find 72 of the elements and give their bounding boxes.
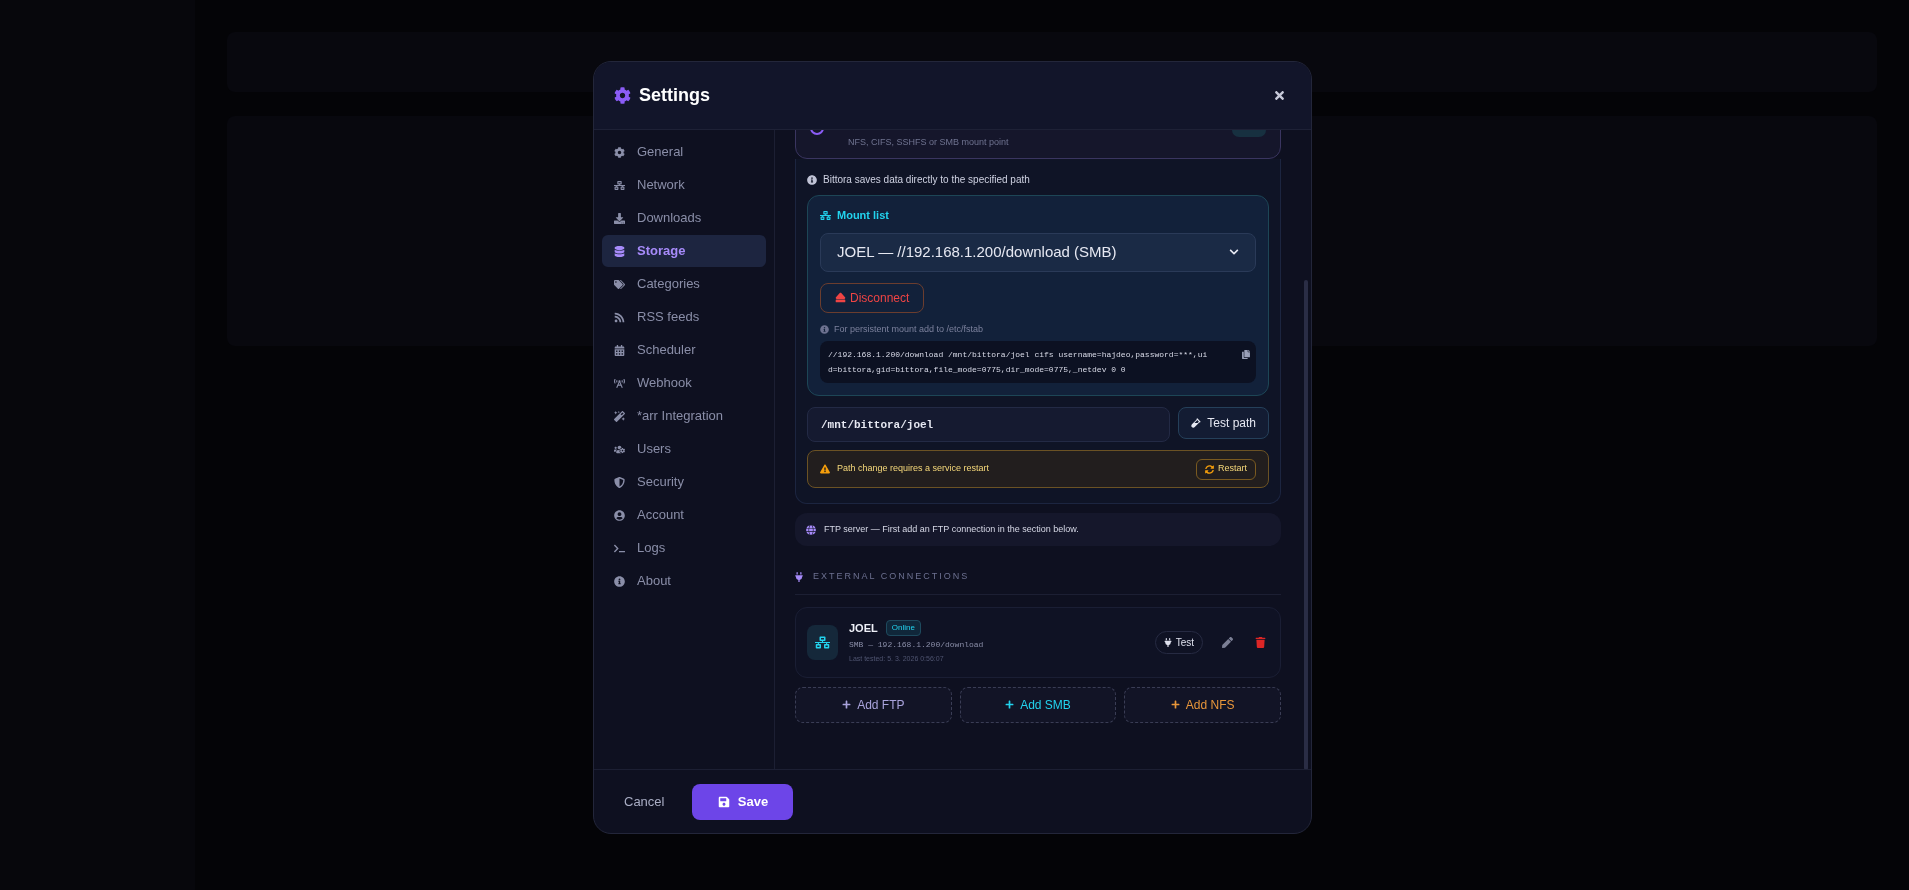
sidebar-item[interactable]: Logs (602, 532, 766, 564)
globe-icon (806, 524, 816, 535)
info-icon (807, 174, 817, 185)
refresh-icon (1205, 464, 1214, 474)
info-icon (614, 575, 625, 587)
tag-icon (614, 278, 625, 290)
section-heading: EXTERNAL CONNECTIONS (813, 570, 970, 583)
dialog-title: Settings (639, 84, 710, 107)
mount-list-title: Mount list (837, 208, 889, 223)
test-tube-icon (1191, 418, 1202, 428)
add-connection-button[interactable]: Add NFS (1124, 686, 1281, 723)
gear-icon (614, 146, 625, 158)
download-icon (614, 212, 625, 224)
info-text: Bittora saves data directly to the specified path (823, 173, 1030, 187)
eject-icon (835, 292, 846, 303)
sidebar-item[interactable]: Scheduler (602, 334, 766, 366)
disconnect-button[interactable]: Disconnect (820, 282, 925, 313)
plus-icon (1005, 700, 1015, 709)
users-icon (614, 443, 625, 455)
terminal-icon (614, 542, 625, 554)
network-icon (614, 179, 625, 191)
connection-detail: SMB — 192.168.1.200/download (849, 638, 985, 651)
save-button[interactable]: Save (692, 783, 794, 820)
mount-select[interactable]: JOEL — //192.168.1.200/download (SMB) (820, 232, 1256, 272)
sidebar-item[interactable]: *arr Integration (602, 400, 766, 432)
test-path-button[interactable]: Test path (1178, 407, 1269, 439)
gear-icon (614, 87, 631, 104)
connection-name: JOEL (849, 621, 878, 636)
warning-text: Path change requires a service restart (837, 462, 990, 476)
sidebar-item[interactable]: Categories (602, 268, 766, 300)
shield-icon (614, 476, 625, 488)
option-hint: NFS, CIFS, SSHFS or SMB mount point (848, 135, 1009, 149)
close-icon (1272, 89, 1286, 102)
add-connection-button[interactable]: Add SMB (959, 686, 1117, 723)
network-icon (820, 209, 831, 221)
sidebar-item[interactable]: General (602, 136, 766, 168)
warning-icon (820, 464, 830, 474)
fstab-hint: For persistent mount add to /etc/fstab (834, 322, 984, 336)
calendar-icon (614, 344, 625, 356)
path-field[interactable]: /mnt/bittora/joel (807, 407, 1171, 442)
plus-icon (842, 700, 852, 709)
sidebar-item[interactable]: Storage (602, 235, 766, 267)
chevron-icon (1229, 247, 1239, 257)
sidebar-item[interactable]: Webhook (602, 367, 766, 399)
sidebar-item[interactable]: Network (602, 169, 766, 201)
scrollbar[interactable] (1304, 280, 1308, 769)
wand-icon (614, 410, 625, 422)
ftp-option[interactable]: FTP server — First add an FTP connection in the section below. (795, 513, 1281, 546)
plug-icon (795, 571, 803, 582)
fstab-line: //192.168.1.200/download /mnt/bittora/joel cifs username=hajdeo,password=***,uid=bittora,gid=bittora,file_mode=0775,dir_mode=0775,_netdev 0 0 (828, 349, 1209, 376)
cancel-button[interactable]: Cancel (624, 791, 665, 812)
copy-icon[interactable] (1242, 350, 1250, 359)
status-badge: Online (885, 620, 921, 637)
sidebar-item[interactable]: About (602, 565, 766, 597)
pencil-icon (1221, 636, 1233, 648)
antenna-icon (614, 377, 625, 389)
sidebar-item[interactable]: Account (602, 499, 766, 531)
add-connection-button[interactable]: Add FTP (795, 686, 952, 723)
sidebar-item[interactable]: Security (602, 466, 766, 498)
sidebar-item[interactable]: Downloads (602, 202, 766, 234)
save-icon (717, 795, 730, 808)
network-icon (807, 624, 838, 660)
plug-icon (1163, 637, 1172, 647)
storage-option-card[interactable]: NFS, CIFS, SSHFS or SMB mount point (795, 130, 1281, 159)
restart-button[interactable]: Restart (1196, 458, 1256, 480)
sidebar-item[interactable]: RSS feeds (602, 301, 766, 333)
info-icon (820, 324, 829, 334)
plus-icon (1170, 700, 1180, 709)
database-icon (614, 245, 625, 257)
trash-icon (1254, 636, 1266, 648)
rss-icon (614, 311, 625, 323)
sidebar-item[interactable]: Users (602, 433, 766, 465)
